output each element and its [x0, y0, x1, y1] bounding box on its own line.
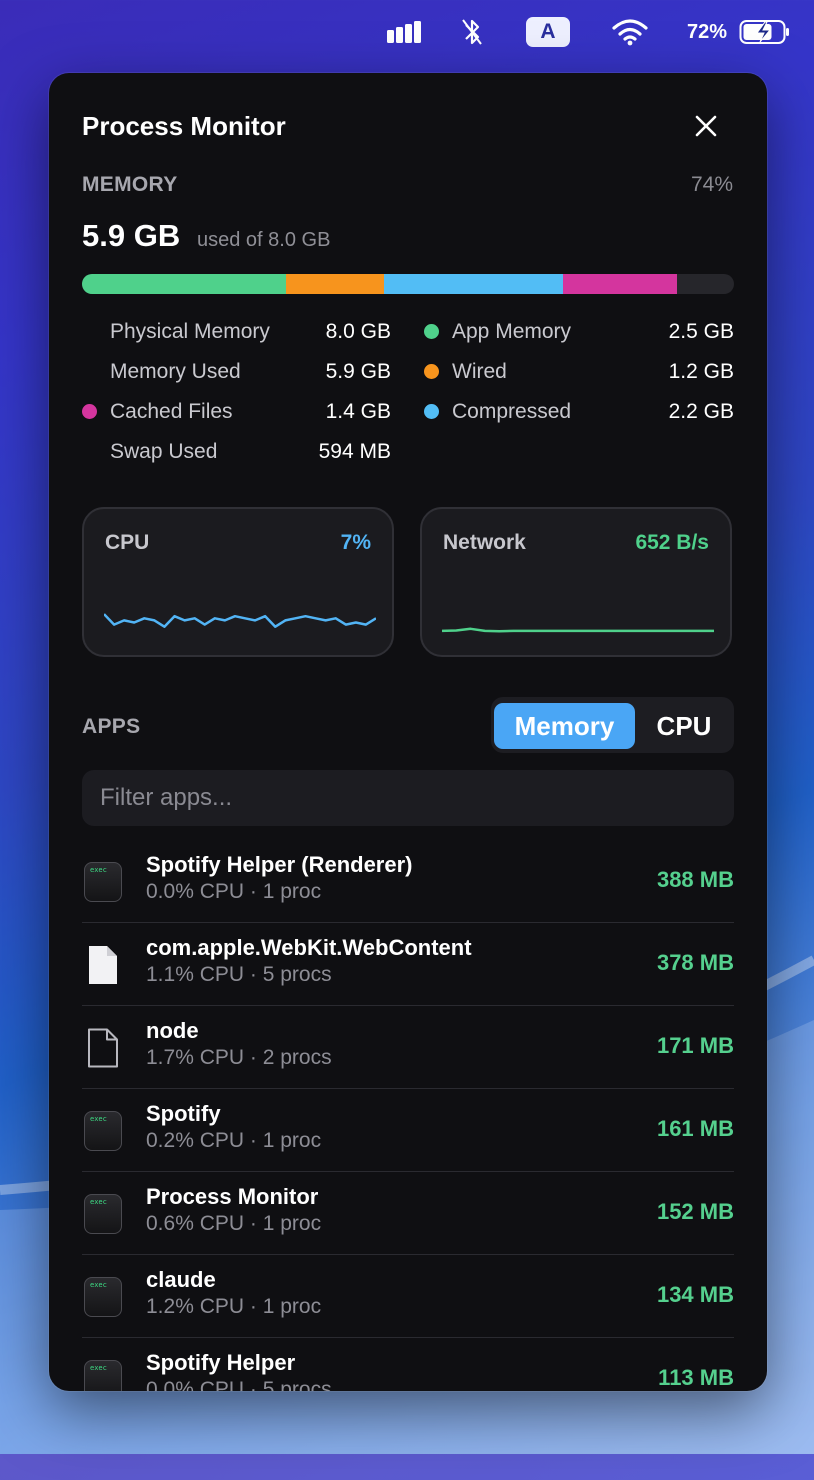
- wired-dot: [424, 364, 439, 379]
- app-name: claude: [146, 1267, 216, 1292]
- battery-percent[interactable]: 72%: [682, 14, 732, 50]
- cpu-card[interactable]: CPU 7%: [82, 507, 394, 657]
- list-item[interactable]: exec Process Monitor 0.6% CPU · 1 proc 1…: [82, 1172, 734, 1255]
- app-memory-dot: [424, 324, 439, 339]
- stat-compressed-value: 2.2 GB: [668, 400, 734, 423]
- memory-used-value: 5.9 GB: [82, 218, 181, 253]
- stat-swap-used-label: Swap Used: [110, 440, 218, 463]
- app-cpu-procs: 1.2% CPU · 1 proc: [146, 1295, 322, 1318]
- app-cpu-procs: 0.2% CPU · 1 proc: [146, 1129, 322, 1152]
- sort-segmented-control: Memory CPU: [491, 697, 734, 753]
- apps-section-label: APPS: [82, 715, 141, 738]
- exec-icon: exec: [84, 1194, 122, 1234]
- network-card-label: Network: [443, 531, 526, 554]
- stat-compressed-label: Compressed: [452, 400, 572, 423]
- memory-bar-segment: [82, 274, 286, 294]
- cpu-card-value: 7%: [340, 531, 371, 554]
- app-cpu-procs: 1.7% CPU · 2 procs: [146, 1046, 332, 1069]
- list-item[interactable]: exec Spotify 0.2% CPU · 1 proc 161 MB: [82, 1089, 734, 1172]
- exec-icon: exec: [84, 1360, 122, 1391]
- app-memory: 113 MB: [658, 1365, 734, 1390]
- cached-files-dot: [82, 404, 97, 419]
- stat-cached-files-label: Cached Files: [110, 400, 233, 423]
- memory-bar-segment: [383, 274, 563, 294]
- exec-icon: exec: [84, 862, 122, 902]
- memory-usage-bar: [82, 274, 734, 294]
- list-item[interactable]: node 1.7% CPU · 2 procs 171 MB: [82, 1006, 734, 1089]
- app-cpu-procs: 0.0% CPU · 1 proc: [146, 880, 322, 903]
- battery-charging-icon[interactable]: [738, 14, 792, 50]
- close-button[interactable]: [689, 109, 723, 143]
- app-memory: 161 MB: [656, 1116, 734, 1141]
- app-memory: 378 MB: [656, 950, 734, 975]
- network-sparkline: [442, 627, 714, 633]
- filter-apps-input[interactable]: [82, 770, 734, 826]
- app-name: node: [146, 1018, 199, 1043]
- close-icon: [695, 115, 717, 137]
- network-card[interactable]: Network 652 B/s: [420, 507, 732, 657]
- app-name: Spotify Helper: [146, 1350, 296, 1375]
- exec-icon: exec: [84, 1111, 122, 1151]
- menu-bar: A 72%: [0, 0, 814, 64]
- app-cpu-procs: 1.1% CPU · 5 procs: [146, 963, 332, 986]
- app-name: com.apple.WebKit.WebContent: [146, 935, 472, 960]
- sparkline-path: [442, 627, 714, 633]
- stat-wired-value: 1.2 GB: [668, 360, 734, 383]
- stat-memory-used-value: 5.9 GB: [325, 360, 391, 383]
- document-icon: [84, 945, 122, 985]
- app-memory: 388 MB: [656, 867, 734, 892]
- memory-section-label: MEMORY: [82, 173, 178, 196]
- cpu-sparkline: [104, 613, 376, 628]
- sort-memory-button[interactable]: Memory: [494, 703, 635, 749]
- memory-bar-segment: [562, 274, 677, 294]
- apps-list: exec Spotify Helper (Renderer) 0.0% CPU …: [82, 840, 734, 1391]
- process-monitor-panel: Process Monitor MEMORY 74% 5.9 GB used o…: [49, 73, 767, 1391]
- memory-bar-segment: [285, 274, 384, 294]
- sort-cpu-button[interactable]: CPU: [639, 703, 729, 749]
- app-name: Process Monitor: [146, 1184, 319, 1209]
- app-name: Spotify Helper (Renderer): [146, 852, 413, 877]
- stat-swap-used-value: 594 MB: [318, 440, 391, 463]
- memory-percent: 74%: [690, 173, 733, 196]
- stat-physical-memory-label: Physical Memory: [110, 320, 270, 343]
- app-cpu-procs: 0.6% CPU · 1 proc: [146, 1212, 322, 1235]
- list-item[interactable]: exec Spotify Helper 0.0% CPU · 5 procs 1…: [82, 1338, 734, 1391]
- signal-bars-icon[interactable]: [386, 14, 422, 50]
- app-memory: 152 MB: [656, 1199, 734, 1224]
- memory-used-of: used of 8.0 GB: [197, 229, 331, 251]
- app-memory: 171 MB: [656, 1033, 734, 1058]
- list-item[interactable]: exec claude 1.2% CPU · 1 proc 134 MB: [82, 1255, 734, 1338]
- app-name: Spotify: [146, 1101, 221, 1126]
- app-cpu-procs: 0.0% CPU · 5 procs: [146, 1378, 332, 1391]
- stat-cached-files-value: 1.4 GB: [325, 400, 391, 423]
- app-memory: 134 MB: [656, 1282, 734, 1307]
- input-source-badge[interactable]: A: [526, 17, 570, 47]
- list-item[interactable]: com.apple.WebKit.WebContent 1.1% CPU · 5…: [82, 923, 734, 1006]
- stat-memory-used-label: Memory Used: [110, 360, 241, 383]
- compressed-dot: [424, 404, 439, 419]
- panel-title: Process Monitor: [82, 111, 286, 141]
- stat-wired-label: Wired: [452, 360, 507, 383]
- sparkline-path: [104, 613, 376, 628]
- stat-app-memory-value: 2.5 GB: [668, 320, 734, 343]
- network-card-value: 652 B/s: [635, 531, 709, 554]
- bluetooth-icon[interactable]: [456, 14, 488, 50]
- stat-app-memory-label: App Memory: [452, 320, 572, 343]
- stat-physical-memory-value: 8.0 GB: [325, 320, 391, 343]
- list-item[interactable]: exec Spotify Helper (Renderer) 0.0% CPU …: [82, 840, 734, 923]
- wifi-icon[interactable]: [610, 14, 650, 50]
- exec-icon: exec: [84, 1277, 122, 1317]
- cpu-card-label: CPU: [105, 531, 150, 554]
- document-outline-icon: [84, 1028, 122, 1068]
